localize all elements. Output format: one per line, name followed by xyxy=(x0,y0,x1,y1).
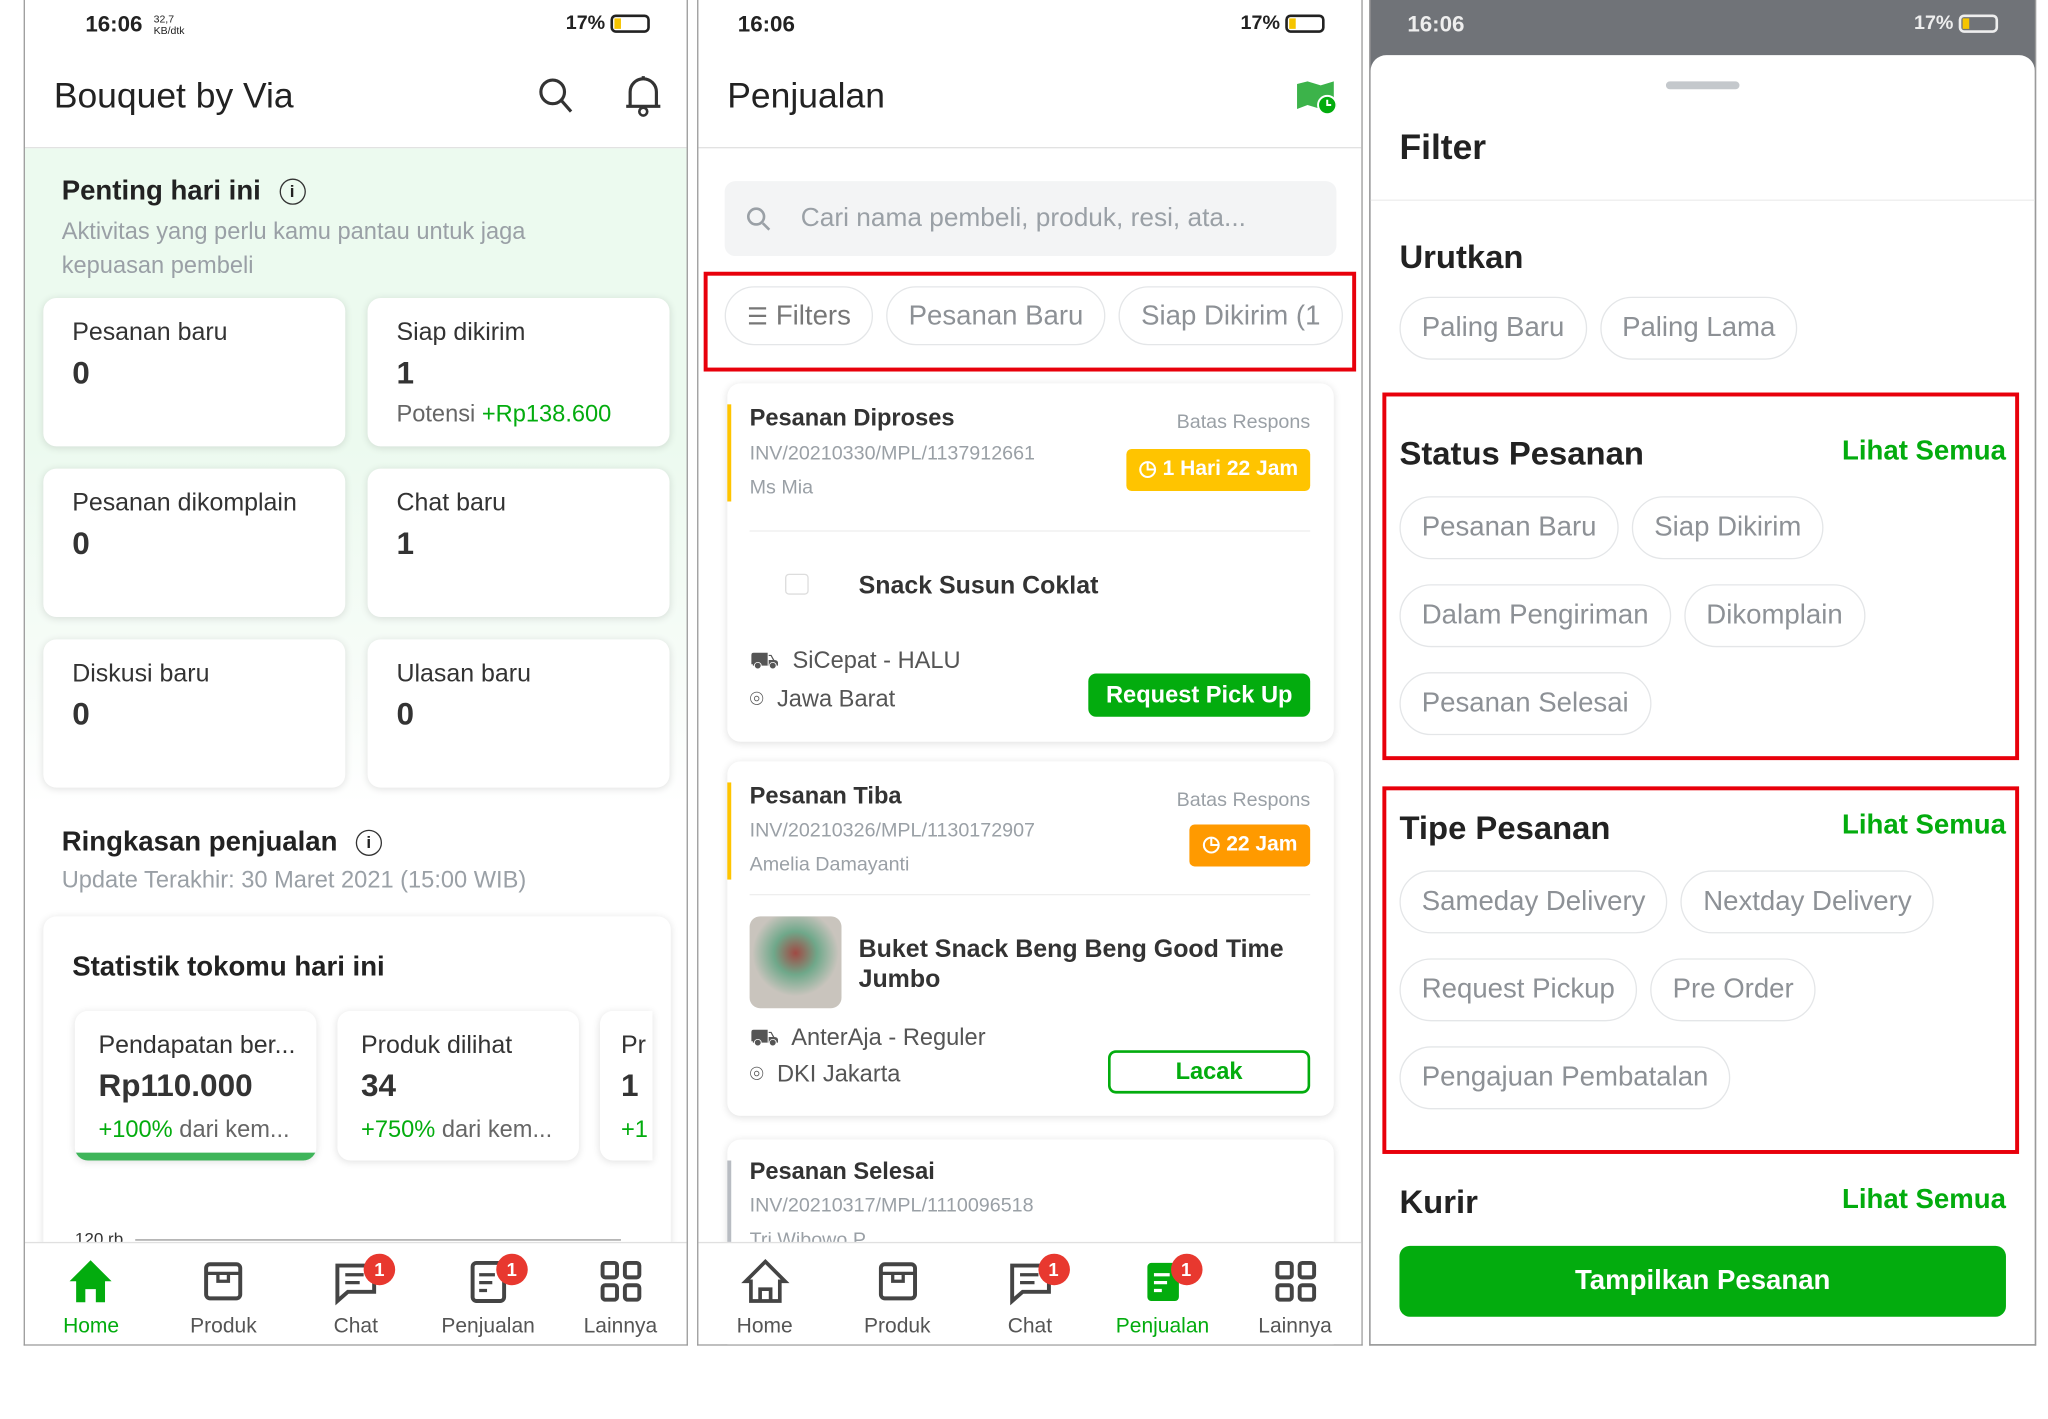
status-bar: 16:06 17% xyxy=(698,0,1361,55)
stat-card-ulasan-baru[interactable]: Ulasan baru 0 xyxy=(367,639,670,788)
chip-status[interactable]: Dalam Pengiriman xyxy=(1399,584,1671,648)
chip-status[interactable]: Pesanan Baru xyxy=(1399,496,1619,560)
truck-icon: ⛟ xyxy=(749,1023,780,1051)
chip-siap-dikirim[interactable]: Siap Dikirim (1 xyxy=(1118,286,1343,346)
ringkasan-title: Ringkasan penjualan i xyxy=(62,827,382,859)
search-icon[interactable] xyxy=(537,76,574,115)
status-bar: 16:06 17% xyxy=(1371,0,2035,55)
kurir-see-all[interactable]: Lihat Semua xyxy=(1842,1184,2006,1216)
status-options: Pesanan Baru Siap Dikirim Dalam Pengiriman… xyxy=(1399,496,1977,760)
chip-status[interactable]: Dikomplain xyxy=(1683,584,1865,648)
info-icon[interactable]: i xyxy=(279,178,306,205)
penting-title: Penting hari ini i xyxy=(62,176,306,208)
stat-produk-dilihat[interactable]: Produk dilihat 34 +750% dari kem... xyxy=(337,1010,579,1161)
ringkasan-updated: Update Terakhir: 30 Maret 2021 (15:00 WI… xyxy=(61,866,527,893)
filter-sheet: Filter Urutkan Paling Baru Paling Lama St… xyxy=(1370,55,2035,1345)
chip-tipe[interactable]: Request Pickup xyxy=(1399,958,1638,1022)
box-icon xyxy=(204,1262,243,1301)
nav-chat[interactable]: 1 Chat xyxy=(964,1243,1097,1344)
stat-card-pesanan-baru[interactable]: Pesanan baru 0 xyxy=(43,298,346,447)
nav-chat[interactable]: 1 Chat xyxy=(290,1243,422,1344)
truck-icon: ⛟ xyxy=(749,647,780,674)
info-icon[interactable]: i xyxy=(355,829,382,856)
filters-chip[interactable]: ☰ Filters xyxy=(724,286,874,346)
order-card[interactable]: Pesanan Tiba INV/20210326/MPL/1130172907… xyxy=(727,761,1334,1116)
stat-pendapatan[interactable]: Pendapatan ber... Rp110.000 +100% dari kem… xyxy=(74,1010,317,1161)
search-icon xyxy=(746,207,771,231)
bottom-nav: Home Produk 1 Chat 1 Penjualan Lainnya xyxy=(698,1241,1362,1345)
show-orders-button[interactable]: Tampilkan Pesanan xyxy=(1399,1245,2006,1317)
home-icon xyxy=(740,1259,789,1303)
chip-tipe[interactable]: Pre Order xyxy=(1650,958,1816,1022)
chip-status[interactable]: Pesanan Selesai xyxy=(1399,672,1652,736)
map-clock-icon[interactable] xyxy=(1294,79,1337,116)
stat-card-siap-dikirim[interactable]: Siap dikirim 1 Potensi +Rp138.600 xyxy=(367,298,670,447)
bell-icon[interactable] xyxy=(624,74,663,119)
chip-tipe[interactable]: Sameday Delivery xyxy=(1399,870,1668,934)
battery-icon xyxy=(610,14,650,33)
stat-card-pesanan-dikomplain[interactable]: Pesanan dikomplain 0 xyxy=(43,468,346,618)
nav-penjualan[interactable]: 1 Penjualan xyxy=(1096,1243,1229,1344)
battery-icon xyxy=(1285,14,1325,33)
stat-third[interactable]: Pr 1 +1 xyxy=(599,1010,653,1161)
penjualan-screen: 16:06 17% Penjualan Cari nama pembeli, p… xyxy=(697,0,1363,1346)
chip-tipe[interactable]: Nextday Delivery xyxy=(1680,870,1934,934)
filter-screen: 16:06 17% Filter Urutkan Paling Baru Pali… xyxy=(1369,0,2037,1346)
battery-icon xyxy=(1958,14,1999,33)
store-title: Bouquet by Via xyxy=(53,76,294,116)
nav-home[interactable]: Home xyxy=(698,1243,831,1344)
box-icon xyxy=(878,1262,917,1301)
nav-lainnya[interactable]: Lainnya xyxy=(1229,1243,1362,1344)
search-input[interactable]: Cari nama pembeli, produk, resi, ata... xyxy=(724,181,1337,256)
sliders-icon: ☰ xyxy=(746,303,769,330)
penting-subtitle: Aktivitas yang perlu kamu pantau untuk j… xyxy=(61,217,526,279)
product-image-placeholder xyxy=(785,573,809,595)
network-speed: 32,7 KB/dtk xyxy=(153,13,185,37)
home-screen: 16:06 32,7 KB/dtk 17% Bouquet by Via Pen… xyxy=(23,0,688,1346)
status-time: 16:06 xyxy=(85,11,143,37)
nav-penjualan[interactable]: 1 Penjualan xyxy=(422,1243,554,1344)
nav-home[interactable]: Home xyxy=(25,1243,157,1344)
filter-title: Filter xyxy=(1399,127,1487,167)
status-see-all[interactable]: Lihat Semua xyxy=(1842,436,2006,468)
order-card[interactable]: Pesanan Diproses INV/20210330/MPL/113791… xyxy=(727,383,1334,742)
deadline-badge: ◷ 22 Jam xyxy=(1189,824,1311,867)
home-icon xyxy=(70,1260,113,1303)
nav-produk[interactable]: Produk xyxy=(831,1243,964,1344)
chip-paling-baru[interactable]: Paling Baru xyxy=(1399,296,1587,360)
deadline-badge: ◷ 1 Hari 22 Jam xyxy=(1126,448,1311,491)
chip-paling-lama[interactable]: Paling Lama xyxy=(1599,296,1798,360)
nav-produk[interactable]: Produk xyxy=(157,1243,289,1344)
request-pickup-button[interactable]: Request Pick Up xyxy=(1088,673,1311,717)
search-placeholder: Cari nama pembeli, produk, resi, ata... xyxy=(800,203,1246,233)
battery-percent: 17% xyxy=(565,11,606,35)
nav-lainnya[interactable]: Lainnya xyxy=(554,1243,686,1344)
product-image xyxy=(749,916,842,1009)
grid-icon xyxy=(600,1260,641,1302)
lacak-button[interactable]: Lacak xyxy=(1108,1050,1311,1094)
chat-badge: 1 xyxy=(363,1253,396,1286)
penjualan-badge: 1 xyxy=(495,1253,528,1286)
location-pin-icon: ⌾ xyxy=(749,1060,764,1087)
status-bar: 16:06 32,7 KB/dtk 17% xyxy=(25,0,687,55)
location-pin-icon: ⌾ xyxy=(749,685,764,712)
chat-badge: 1 xyxy=(1037,1253,1070,1286)
page-title: Penjualan xyxy=(727,76,885,116)
drag-handle[interactable] xyxy=(1665,81,1740,90)
stat-card-diskusi-baru[interactable]: Diskusi baru 0 xyxy=(43,639,346,788)
chip-tipe[interactable]: Pengajuan Pembatalan xyxy=(1399,1046,1731,1110)
chip-status[interactable]: Siap Dikirim xyxy=(1631,496,1824,560)
grid-icon xyxy=(1274,1260,1316,1302)
penjualan-badge: 1 xyxy=(1170,1253,1202,1286)
filter-chip-row: ☰ Filters Pesanan Baru Siap Dikirim (1 xyxy=(724,286,1356,370)
sort-options: Paling Baru Paling Lama xyxy=(1399,296,1810,385)
tipe-options: Sameday Delivery Nextday Delivery Request … xyxy=(1399,870,1977,1134)
bottom-nav: Home Produk 1 Chat 1 Penjualan Lainnya xyxy=(24,1241,687,1345)
stat-card-chat-baru[interactable]: Chat baru 1 xyxy=(367,468,670,618)
tipe-see-all[interactable]: Lihat Semua xyxy=(1842,810,2006,842)
chip-pesanan-baru[interactable]: Pesanan Baru xyxy=(886,286,1106,346)
